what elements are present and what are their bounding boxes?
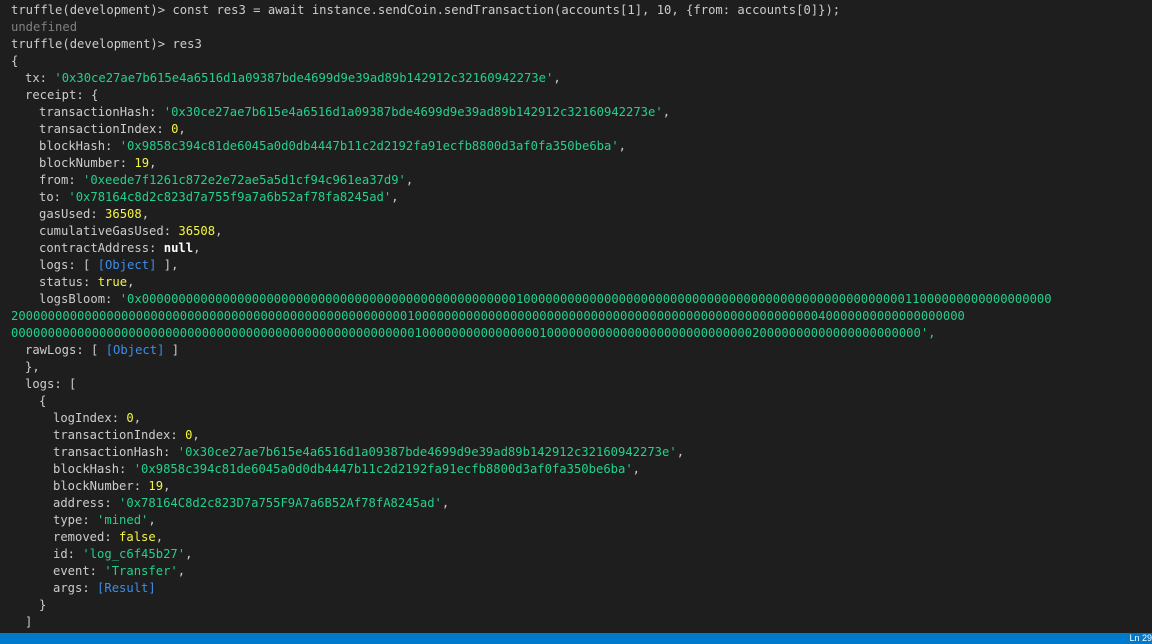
receipt-status-value: true — [97, 275, 128, 289]
receipt-contract-address-value: null — [163, 241, 194, 255]
output-logs-open: logs: [ — [25, 377, 77, 391]
receipt-from: from: '0xeede7f1261c872e2e72ae5a5d1cf94c… — [39, 173, 414, 187]
logs-bloom-wrap-2: 0000000000000000000000000000000000000000… — [11, 325, 936, 342]
terminal-prompt: truffle(development)> — [11, 3, 173, 17]
log-entry-close: } — [39, 598, 47, 612]
receipt-cumulative-gas-used: cumulativeGasUsed: 36508, — [39, 224, 223, 238]
log-block-number: blockNumber: 19, — [53, 479, 171, 493]
receipt-close: }, — [25, 360, 40, 374]
receipt-gas-used: gasUsed: 36508, — [39, 207, 150, 221]
log-type-value: 'mined' — [97, 513, 149, 527]
log-address: address: '0x78164C8d2c823D7a755F9A7a6B52… — [53, 496, 450, 510]
receipt-transaction-hash: transactionHash: '0x30ce27ae7b615e4a6516… — [39, 105, 671, 119]
log-entry-open: { — [39, 394, 47, 408]
log-transaction-index: transactionIndex: 0, — [53, 428, 200, 442]
receipt-gas-used-value: 36508 — [105, 207, 142, 221]
log-id: id: 'log_c6f45b27', — [53, 547, 193, 561]
tx-hash-value: '0x30ce27ae7b615e4a6516d1a09387bde4699d9… — [54, 71, 554, 85]
receipt-logs: logs: [ [Object] ], — [39, 258, 179, 272]
output-tx-line: tx: '0x30ce27ae7b615e4a6516d1a09387bde46… — [25, 71, 561, 85]
terminal-line-undefined: undefined — [11, 19, 77, 36]
log-log-index: logIndex: 0, — [53, 411, 142, 425]
log-block-hash-value: '0x9858c394c81de6045a0d0db4447b11c2d2192… — [133, 462, 633, 476]
receipt-status: status: true, — [39, 275, 135, 289]
log-event: event: 'Transfer', — [53, 564, 186, 578]
log-event-value: 'Transfer' — [104, 564, 178, 578]
log-args-value: [Result] — [97, 581, 156, 595]
receipt-block-hash: blockHash: '0x9858c394c81de6045a0d0db444… — [39, 139, 627, 153]
output-logs-close: ] — [25, 615, 33, 629]
logs-bloom-line-2: 2000000000000000000000000000000000000000… — [11, 309, 965, 323]
receipt-logs-object: [Object] — [97, 258, 157, 272]
log-removed: removed: false, — [53, 530, 164, 544]
receipt-contract-address: contractAddress: null, — [39, 241, 201, 255]
log-type: type: 'mined', — [53, 513, 156, 527]
terminal-panel[interactable]: truffle(development)> const res3 = await… — [0, 0, 1152, 633]
status-bar: Ln 29 — [0, 633, 1152, 644]
terminal-prompt: truffle(development)> — [11, 37, 173, 51]
log-log-index-value: 0 — [126, 411, 134, 425]
log-args: args: [Result] — [53, 581, 156, 595]
log-id-value: 'log_c6f45b27' — [82, 547, 186, 561]
receipt-transaction-index: transactionIndex: 0, — [39, 122, 186, 136]
receipt-transaction-hash-value: '0x30ce27ae7b615e4a6516d1a09387bde4699d9… — [163, 105, 663, 119]
terminal-line-command-2: truffle(development)> res3 — [11, 36, 202, 53]
log-transaction-hash-value: '0x30ce27ae7b615e4a6516d1a09387bde4699d9… — [177, 445, 677, 459]
logs-bloom-line-1: '0x0000000000000000000000000000000000000… — [119, 292, 1052, 306]
receipt-to-value: '0x78164c8d2c823d7a755f9a7a6b52af78fa824… — [68, 190, 392, 204]
undefined-output: undefined — [11, 20, 78, 34]
receipt-from-value: '0xeede7f1261c872e2e72ae5a5d1cf94c961ea3… — [83, 173, 406, 187]
receipt-cumulative-gas-used-value: 36508 — [178, 224, 216, 238]
log-block-hash: blockHash: '0x9858c394c81de6045a0d0db444… — [53, 462, 641, 476]
log-address-value: '0x78164C8d2c823D7a755F9A7a6B52Af78fA824… — [119, 496, 442, 510]
log-block-number-value: 19 — [148, 479, 164, 493]
status-cursor-position[interactable]: Ln 29 — [1129, 633, 1152, 644]
receipt-to: to: '0x78164c8d2c823d7a755f9a7a6b52af78f… — [39, 190, 399, 204]
command-text: const res3 = await instance.sendCoin.sen… — [172, 3, 841, 17]
receipt-block-hash-value: '0x9858c394c81de6045a0d0db4447b11c2d2192… — [119, 139, 619, 153]
receipt-logs-bloom: logsBloom: '0x00000000000000000000000000… — [39, 292, 1052, 306]
command-text: res3 — [172, 37, 202, 51]
log-removed-value: false — [119, 530, 156, 544]
logs-bloom-line-3: 0000000000000000000000000000000000000000… — [11, 326, 936, 340]
output-open-brace: { — [11, 54, 19, 68]
receipt-raw-logs: rawLogs: [ [Object] ] — [25, 343, 180, 357]
terminal-line-command-1: truffle(development)> const res3 = await… — [11, 2, 840, 19]
output-receipt-open: receipt: { — [25, 88, 99, 102]
logs-bloom-wrap-1: 2000000000000000000000000000000000000000… — [11, 308, 965, 325]
receipt-block-number: blockNumber: 19, — [39, 156, 157, 170]
log-transaction-hash: transactionHash: '0x30ce27ae7b615e4a6516… — [53, 445, 685, 459]
receipt-block-number-value: 19 — [134, 156, 150, 170]
receipt-raw-logs-object: [Object] — [105, 343, 165, 357]
